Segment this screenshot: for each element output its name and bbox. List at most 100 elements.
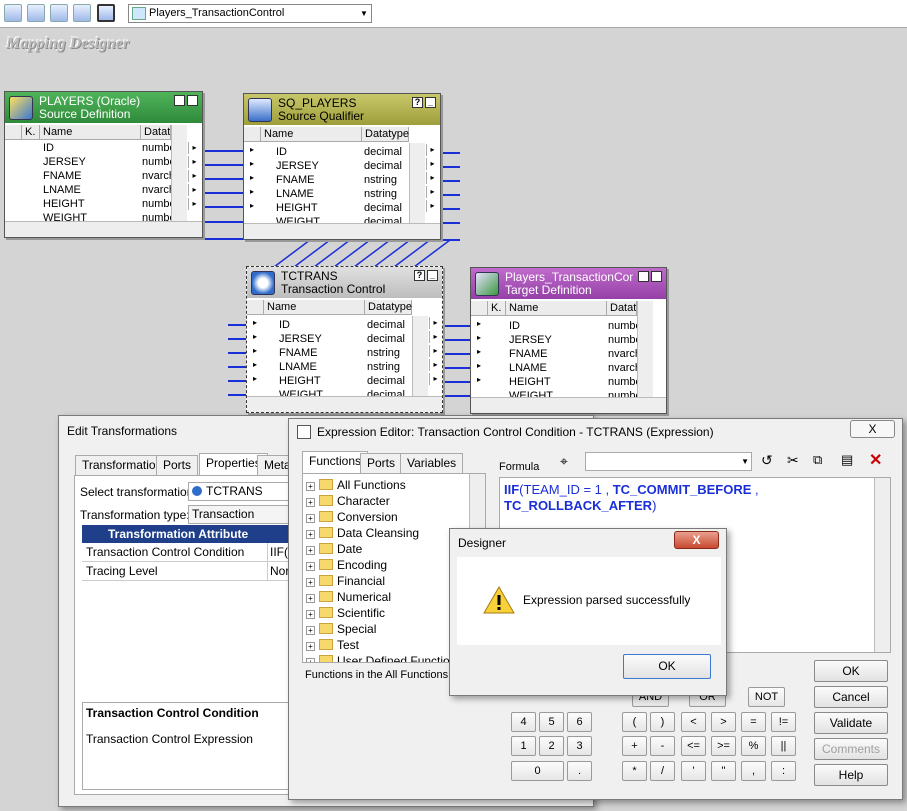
port-arrow-icon[interactable]: ▸ [473,374,485,386]
not-key[interactable]: NOT [748,687,785,707]
minimize-icon[interactable]: _ [425,97,436,108]
copy-icon[interactable]: ⧉ [813,452,822,468]
validate-button[interactable]: Validate [814,712,888,734]
help-icon[interactable]: ? [414,270,425,281]
port-arrow-icon[interactable]: ▸ [246,186,258,198]
port-arrow-icon[interactable]: ▸ [188,156,200,168]
port-arrow-icon[interactable]: ▸ [429,331,441,343]
ok-button[interactable]: OK [623,654,711,679]
tree-item[interactable]: + All Functions [306,477,406,493]
key-plus[interactable]: + [622,736,647,756]
horizontal-scrollbar[interactable] [5,221,202,237]
port-arrow-icon[interactable]: ▸ [473,318,485,330]
vertical-scrollbar[interactable] [874,478,890,652]
horizontal-scrollbar[interactable] [471,397,666,413]
vertical-scrollbar[interactable] [637,301,653,397]
key-ne[interactable]: != [771,712,796,732]
help-icon[interactable]: ? [174,95,185,106]
port-arrow-icon[interactable]: ▸ [246,172,258,184]
port-arrow-icon[interactable]: ▸ [246,200,258,212]
tree-item[interactable]: + Numerical [306,589,391,605]
port-arrow-icon[interactable]: ▸ [246,158,258,170]
key-rparen[interactable]: ) [650,712,675,732]
key-single-quote[interactable]: ' [681,761,706,781]
port-arrow-icon[interactable]: ▸ [429,317,441,329]
mapping-designer-icon[interactable] [97,4,115,22]
close-button[interactable]: X [674,531,719,549]
players-target-definition[interactable]: Players_TransactionControl Target Defini… [470,267,667,414]
tree-item[interactable]: + Encoding [306,557,387,573]
port-arrow-icon[interactable]: ▸ [429,345,441,357]
port-arrow-icon[interactable]: ▸ [426,186,438,198]
select-transformation-dropdown[interactable]: TCTRANS [188,482,294,501]
vertical-scrollbar[interactable] [171,125,187,221]
undo-icon[interactable]: ↺ [761,452,773,469]
minimize-icon[interactable]: _ [187,95,198,106]
tree-item[interactable]: + Test [306,637,359,653]
port-arrow-icon[interactable]: ▸ [249,331,261,343]
delete-icon[interactable]: ✕ [869,450,882,470]
port-arrow-icon[interactable]: ▸ [249,373,261,385]
port-arrow-icon[interactable]: ▸ [246,144,258,156]
key-le[interactable]: <= [681,736,706,756]
tree-item[interactable]: + Character [306,493,390,509]
key-divide[interactable]: / [650,761,675,781]
port-arrow-icon[interactable]: ▸ [249,345,261,357]
cancel-button[interactable]: Cancel [814,686,888,708]
source-analyzer-icon[interactable] [4,4,22,22]
key-6[interactable]: 6 [567,712,592,732]
mapping-select[interactable]: Players_TransactionControl ▼ [128,4,372,23]
key-2[interactable]: 2 [539,736,564,756]
key-concat[interactable]: || [771,736,796,756]
tab-ports[interactable]: Ports [360,453,403,473]
tree-item[interactable]: + Scientific [306,605,385,621]
key-5[interactable]: 5 [539,712,564,732]
key-colon[interactable]: : [771,761,796,781]
tab-variables[interactable]: Variables [400,453,464,473]
port-arrow-icon[interactable]: ▸ [249,359,261,371]
key-eq[interactable]: = [741,712,766,732]
key-lt[interactable]: < [681,712,706,732]
key-1[interactable]: 1 [511,736,536,756]
minimize-icon[interactable]: _ [427,270,438,281]
paste-icon[interactable]: ▤ [841,452,853,468]
horizontal-scrollbar[interactable] [247,396,442,412]
key-4[interactable]: 4 [511,712,536,732]
key-ge[interactable]: >= [711,736,736,756]
target-designer-icon[interactable] [27,4,45,22]
find-combo[interactable]: ▼ [585,452,752,471]
attribute-row[interactable]: Tracing Level [82,562,294,581]
players-source-definition[interactable]: PLAYERS (Oracle) Source Definition ? _ K… [4,91,203,238]
tree-item[interactable]: + Data Cleansing [306,525,419,541]
close-button[interactable]: X [850,420,895,438]
port-arrow-icon[interactable]: ▸ [473,346,485,358]
key-multiply[interactable]: * [622,761,647,781]
binoculars-icon[interactable]: ⌖ [560,453,568,470]
tree-item[interactable]: + Financial [306,573,385,589]
port-arrow-icon[interactable]: ▸ [188,198,200,210]
help-icon[interactable]: ? [638,271,649,282]
port-arrow-icon[interactable]: ▸ [188,142,200,154]
tree-item[interactable]: + Conversion [306,509,398,525]
tree-item[interactable]: + Special [306,621,376,637]
port-arrow-icon[interactable]: ▸ [473,360,485,372]
help-icon[interactable]: ? [412,97,423,108]
mapplet-designer-icon[interactable] [73,4,91,22]
port-arrow-icon[interactable]: ▸ [429,373,441,385]
key-gt[interactable]: > [711,712,736,732]
key-0[interactable]: 0 [511,761,564,781]
transformation-developer-icon[interactable] [50,4,68,22]
port-arrow-icon[interactable]: ▸ [249,317,261,329]
horizontal-scrollbar[interactable] [244,223,440,239]
key-comma[interactable]: , [741,761,766,781]
key-double-quote[interactable]: " [711,761,736,781]
key-percent[interactable]: % [741,736,766,756]
port-arrow-icon[interactable]: ▸ [188,170,200,182]
port-arrow-icon[interactable]: ▸ [426,172,438,184]
vertical-scrollbar[interactable] [412,316,428,396]
port-arrow-icon[interactable]: ▸ [429,359,441,371]
tab-functions[interactable]: Functions [302,451,369,473]
key-3[interactable]: 3 [567,736,592,756]
key-lparen[interactable]: ( [622,712,647,732]
chevron-down-icon[interactable]: ▼ [357,5,371,22]
